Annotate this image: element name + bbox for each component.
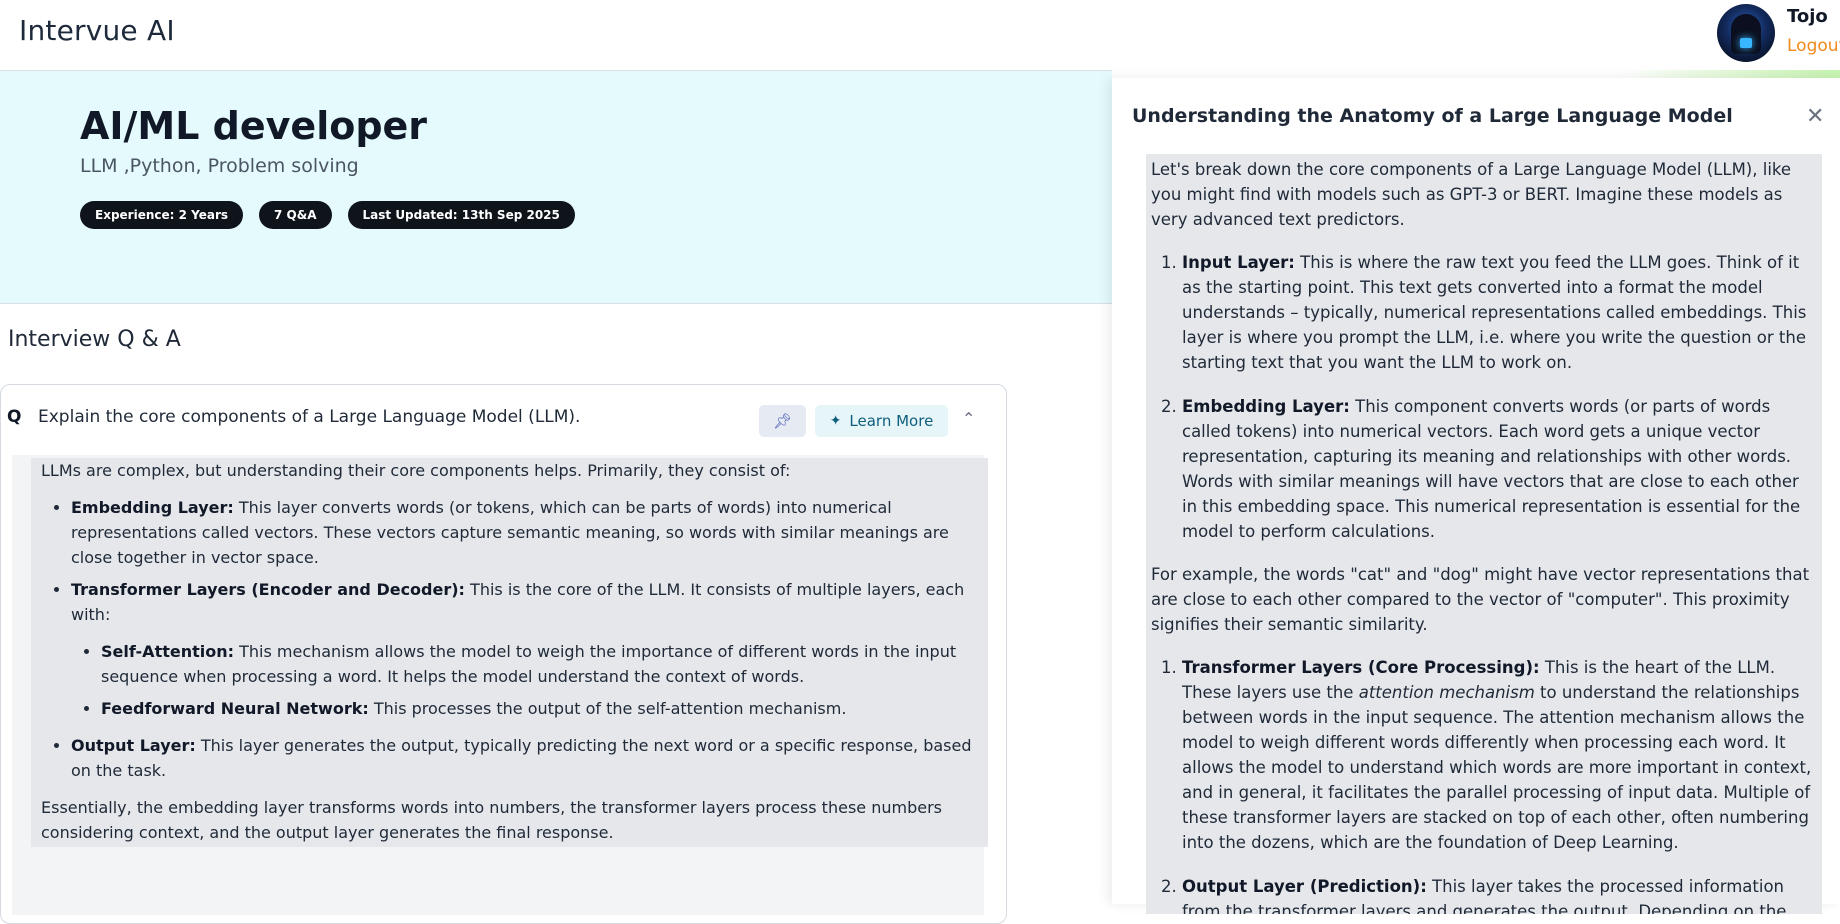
role-title: AI/ML developer <box>80 104 428 148</box>
sparkle-icon: ✦ <box>829 413 842 429</box>
drawer-intro: Let's break down the core components of … <box>1151 160 1792 229</box>
item-term: Self-Attention: <box>101 642 235 661</box>
item-term: Embedding Layer: <box>1182 397 1350 416</box>
last-updated-badge: Last Updated: 13th Sep 2025 <box>347 201 575 229</box>
item-term: Transformer Layers (Encoder and Decoder)… <box>71 580 465 599</box>
list-item: Feedforward Neural Network: This process… <box>101 696 978 721</box>
list-item: Input Layer: This is where the raw text … <box>1182 250 1817 375</box>
item-term: Output Layer: <box>71 736 196 755</box>
answer-content: LLMs are complex, but understanding thei… <box>31 458 988 847</box>
item-text: This component converts words (or parts … <box>1182 397 1801 541</box>
drawer-title: Understanding the Anatomy of a Large Lan… <box>1132 105 1733 127</box>
avatar[interactable] <box>1717 4 1775 62</box>
avatar-glow <box>1740 38 1752 48</box>
list-item: Transformer Layers (Encoder and Decoder)… <box>71 577 978 721</box>
answer-list: Embedding Layer: This layer converts wor… <box>41 495 978 783</box>
answer-conclusion: Essentially, the embedding layer transfo… <box>41 798 942 842</box>
list-item: Self-Attention: This mechanism allows th… <box>101 639 978 689</box>
item-term: Transformer Layers (Core Processing): <box>1182 658 1540 677</box>
list-item: Embedding Layer: This layer converts wor… <box>71 495 978 570</box>
badge-row: Experience: 2 Years 7 Q&A Last Updated: … <box>80 201 575 229</box>
answer-panel: LLMs are complex, but understanding thei… <box>12 455 988 915</box>
logout-link[interactable]: Logout <box>1787 36 1840 56</box>
role-hero: AI/ML developer LLM ,Python, Problem sol… <box>0 71 1112 304</box>
app-title[interactable]: Intervue AI <box>19 14 175 47</box>
list-item: Embedding Layer: This component converts… <box>1182 394 1817 544</box>
question-text[interactable]: Explain the core components of a Large L… <box>38 407 580 427</box>
drawer-example: For example, the words "cat" and "dog" m… <box>1151 565 1810 634</box>
experience-badge: Experience: 2 Years <box>80 201 244 229</box>
user-name: Tojo <box>1787 6 1828 27</box>
pin-icon: 📌︎ <box>772 412 793 430</box>
drawer-list: Transformer Layers (Core Processing): Th… <box>1151 655 1817 914</box>
list-item: Output Layer: This layer generates the o… <box>71 733 978 783</box>
learn-more-button[interactable]: ✦ Learn More <box>815 405 948 437</box>
item-emphasis: attention mechanism <box>1358 683 1535 702</box>
item-term: Embedding Layer: <box>71 498 234 517</box>
drawer-list: Input Layer: This is where the raw text … <box>1151 250 1817 544</box>
item-term: Output Layer (Prediction): <box>1182 877 1427 896</box>
section-title: Interview Q & A <box>8 327 181 352</box>
item-term: Feedforward Neural Network: <box>101 699 369 718</box>
item-text: to understand the relationships between … <box>1182 683 1812 852</box>
learn-more-drawer: Understanding the Anatomy of a Large Lan… <box>1112 78 1840 914</box>
pin-button[interactable]: 📌︎ <box>759 405 806 437</box>
question-marker: Q <box>7 407 22 427</box>
item-term: Input Layer: <box>1182 253 1295 272</box>
role-skills: LLM ,Python, Problem solving <box>80 155 359 177</box>
drawer-content[interactable]: Let's break down the core components of … <box>1146 154 1822 914</box>
qa-card: Q Explain the core components of a Large… <box>0 384 1007 924</box>
item-text: This processes the output of the self-at… <box>368 699 847 718</box>
item-text: This layer generates the output, typical… <box>71 736 972 780</box>
list-item: Transformer Layers (Core Processing): Th… <box>1182 655 1817 855</box>
learn-more-label: Learn More <box>849 412 934 430</box>
top-bar: Intervue AI Tojo Logout <box>0 0 1840 71</box>
list-item: Output Layer (Prediction): This layer ta… <box>1182 874 1817 914</box>
sub-list: Self-Attention: This mechanism allows th… <box>71 639 978 721</box>
answer-intro: LLMs are complex, but understanding thei… <box>41 461 791 480</box>
chevron-up-icon[interactable]: ⌃ <box>962 409 980 428</box>
avatar-hood <box>1731 14 1761 54</box>
qa-count-badge: 7 Q&A <box>259 201 332 229</box>
close-icon[interactable]: ✕ <box>1806 104 1824 129</box>
drawer-accent <box>1112 70 1840 78</box>
